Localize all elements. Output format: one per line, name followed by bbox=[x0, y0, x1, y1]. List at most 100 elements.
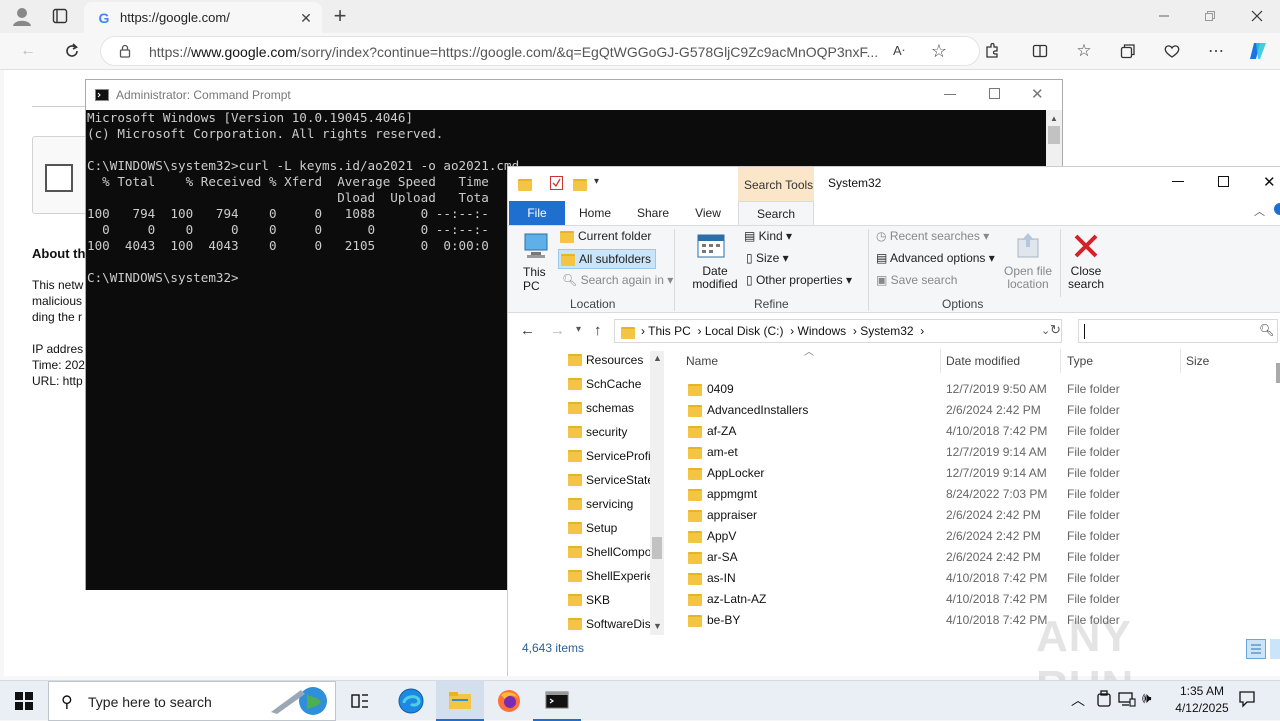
refresh-icon[interactable] bbox=[58, 37, 86, 65]
file-row[interactable]: af-ZA 4/10/2018 7:42 PM File folder bbox=[680, 421, 1280, 442]
advanced-options-button[interactable]: ▤ Advanced options ▾ bbox=[876, 251, 995, 265]
favorites-icon[interactable]: ☆ bbox=[1070, 37, 1098, 65]
other-properties-button[interactable]: ▯ Other properties ▾ bbox=[746, 273, 852, 287]
clock-time[interactable]: 1:35 AM bbox=[1172, 684, 1232, 698]
details-view-icon[interactable] bbox=[1246, 639, 1266, 659]
search-again-button[interactable]: 🔍︎ Search again in ▾ bbox=[562, 273, 673, 287]
minimize-icon[interactable] bbox=[1150, 2, 1178, 30]
recent-locations-icon[interactable]: ▾ bbox=[576, 324, 581, 335]
tab-search[interactable]: Search bbox=[738, 201, 814, 226]
close-search-button[interactable]: Close search bbox=[1062, 229, 1110, 293]
explorer-title-bar[interactable]: ▾ Search Tools System32 ✕ bbox=[508, 167, 1280, 201]
crumb-this-pc[interactable]: This PC bbox=[648, 324, 691, 338]
restore-icon[interactable] bbox=[1196, 2, 1224, 30]
file-row[interactable]: as-IN 4/10/2018 7:42 PM File folder bbox=[680, 568, 1280, 589]
start-button[interactable] bbox=[0, 681, 48, 721]
close-window-icon[interactable] bbox=[1243, 2, 1271, 30]
show-hidden-icons[interactable]: ︿ bbox=[1071, 690, 1085, 710]
network-icon[interactable] bbox=[1118, 691, 1136, 710]
breadcrumb[interactable]: › This PC › Local Disk (C:) › Windows › … bbox=[614, 319, 1062, 343]
new-folder-qat-icon[interactable] bbox=[573, 177, 587, 191]
breadcrumb-dropdown-icon[interactable]: ⌄ bbox=[1041, 324, 1050, 337]
browser-tab[interactable]: G https://google.com/ ✕ bbox=[84, 2, 322, 33]
cmd-title-bar[interactable]: Administrator: Command Prompt ✕ bbox=[86, 80, 1062, 110]
nav-scroll-thumb[interactable] bbox=[652, 537, 662, 559]
url-input[interactable]: https://www.google.com/sorry/index?conti… bbox=[100, 36, 980, 66]
size-button[interactable]: ▯ Size ▾ bbox=[746, 251, 789, 265]
explorer-close-icon[interactable]: ✕ bbox=[1263, 173, 1276, 191]
nav-scroll-up[interactable]: ▲ bbox=[653, 353, 662, 363]
column-header-date[interactable]: Date modified bbox=[946, 354, 1020, 368]
properties-qat-icon[interactable] bbox=[550, 176, 563, 190]
collections-icon[interactable] bbox=[1114, 37, 1142, 65]
refresh-path-icon[interactable]: ↻ bbox=[1050, 322, 1061, 338]
cmd-maximize-icon[interactable] bbox=[989, 88, 1000, 99]
explorer-maximize-icon[interactable] bbox=[1218, 176, 1229, 187]
tab-actions-icon[interactable] bbox=[46, 2, 74, 30]
crumb-windows[interactable]: Windows bbox=[798, 324, 847, 338]
taskbar-search-box[interactable]: ⚲ Type here to search bbox=[48, 681, 336, 721]
explorer-search-input[interactable]: 🔍︎ bbox=[1078, 319, 1278, 343]
volume-icon[interactable]: 🕪︎ bbox=[1142, 690, 1151, 707]
read-aloud-icon[interactable]: Aᐧ bbox=[885, 37, 913, 65]
clock-date[interactable]: 4/12/2025 bbox=[1166, 701, 1238, 715]
explorer-search-icon[interactable]: 🔍︎ bbox=[1259, 323, 1274, 337]
tab-file[interactable]: File bbox=[509, 201, 565, 225]
cmd-scroll-thumb[interactable] bbox=[1048, 126, 1060, 144]
edge-taskbar-icon[interactable] bbox=[387, 681, 435, 721]
extensions-icon[interactable] bbox=[978, 37, 1006, 65]
file-row[interactable]: AppV 2/6/2024 2:42 PM File folder bbox=[680, 526, 1280, 547]
this-pc-button[interactable]: This PC bbox=[518, 229, 552, 293]
file-list-scrollbar[interactable] bbox=[1276, 363, 1280, 383]
qat-dropdown-icon[interactable]: ▾ bbox=[594, 176, 599, 187]
current-folder-button[interactable]: Current folder bbox=[560, 229, 651, 243]
column-header-size[interactable]: Size bbox=[1186, 354, 1209, 368]
ribbon-collapse-icon[interactable]: ︿ bbox=[1254, 203, 1265, 219]
file-row[interactable]: AppLocker 12/7/2019 9:14 AM File folder bbox=[680, 463, 1280, 484]
date-modified-button[interactable]: Date modified bbox=[680, 229, 742, 291]
new-tab-icon[interactable]: + bbox=[326, 2, 354, 30]
favorite-star-icon[interactable]: ☆ bbox=[925, 37, 953, 65]
cmd-scroll-up[interactable]: ▲ bbox=[1050, 114, 1058, 123]
nav-scroll-down[interactable]: ▼ bbox=[653, 621, 662, 631]
file-explorer-taskbar-icon[interactable] bbox=[436, 681, 484, 721]
more-menu-icon[interactable]: ⋯ bbox=[1202, 37, 1230, 65]
recent-searches-button[interactable]: ◷ Recent searches ▾ bbox=[876, 229, 989, 243]
captcha-checkbox[interactable] bbox=[45, 164, 73, 192]
crumb-local-disk[interactable]: Local Disk (C:) bbox=[705, 324, 784, 338]
security-tray-icon[interactable] bbox=[1096, 690, 1112, 711]
tab-home[interactable]: Home bbox=[570, 201, 620, 225]
file-row[interactable]: AdvancedInstallers 2/6/2024 2:42 PM File f… bbox=[680, 400, 1280, 421]
crumb-system32[interactable]: System32 bbox=[860, 324, 913, 338]
file-row[interactable]: 0409 12/7/2019 9:50 AM File folder bbox=[680, 379, 1280, 400]
help-icon[interactable] bbox=[1274, 203, 1280, 215]
save-search-button[interactable]: ▣ Save search bbox=[876, 273, 957, 287]
notification-icon[interactable] bbox=[1238, 690, 1256, 711]
task-view-icon[interactable] bbox=[336, 681, 384, 721]
split-screen-icon[interactable] bbox=[1026, 37, 1054, 65]
all-subfolders-button[interactable]: All subfolders bbox=[558, 249, 657, 269]
back-icon[interactable]: ← bbox=[14, 37, 42, 65]
cmd-minimize-icon[interactable] bbox=[944, 94, 956, 95]
close-tab-icon[interactable]: ✕ bbox=[292, 4, 320, 32]
lock-icon[interactable] bbox=[111, 37, 139, 65]
kind-button[interactable]: ▤ Kind ▾ bbox=[744, 229, 792, 243]
nav-up-icon[interactable]: ↑ bbox=[594, 322, 602, 339]
tab-view[interactable]: View bbox=[683, 201, 733, 225]
nav-pane-scrollbar[interactable]: ▲ ▼ bbox=[650, 351, 664, 635]
cmd-taskbar-icon[interactable] bbox=[533, 681, 581, 721]
column-header-type[interactable]: Type bbox=[1067, 354, 1093, 368]
file-explorer-window[interactable]: ▾ Search Tools System32 ✕ File Home Shar… bbox=[507, 166, 1280, 676]
open-file-location-button[interactable]: Open file location bbox=[1000, 229, 1056, 293]
column-header-name[interactable]: Name bbox=[686, 354, 718, 368]
file-row[interactable]: appmgmt 8/24/2022 7:03 PM File folder bbox=[680, 484, 1280, 505]
nav-forward-icon[interactable]: → bbox=[550, 322, 565, 339]
copilot-icon[interactable] bbox=[1244, 37, 1272, 65]
file-row[interactable]: am-et 12/7/2019 9:14 AM File folder bbox=[680, 442, 1280, 463]
firefox-taskbar-icon[interactable] bbox=[485, 681, 533, 721]
file-row[interactable]: ar-SA 2/6/2024 2:42 PM File folder bbox=[680, 547, 1280, 568]
cmd-close-icon[interactable]: ✕ bbox=[1031, 85, 1044, 103]
large-icons-view-icon[interactable] bbox=[1270, 639, 1280, 659]
explorer-minimize-icon[interactable] bbox=[1172, 181, 1184, 182]
nav-back-icon[interactable]: ← bbox=[520, 322, 535, 339]
